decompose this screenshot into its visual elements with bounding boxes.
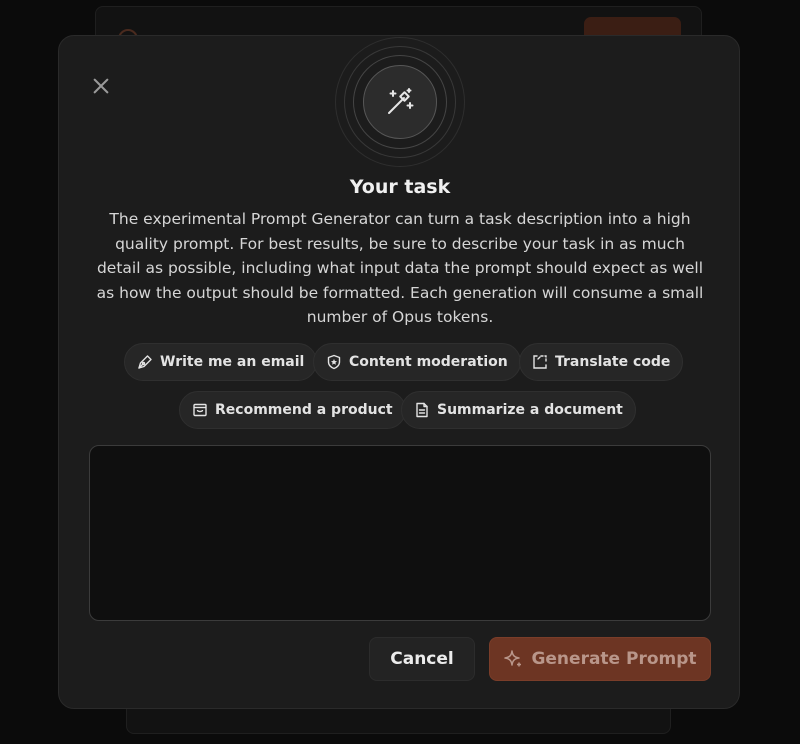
example-chip-recommend-product[interactable]: Recommend a product xyxy=(179,391,406,429)
magic-wand-icon xyxy=(363,65,437,139)
close-icon[interactable] xyxy=(89,74,113,98)
generate-prompt-button[interactable]: Generate Prompt xyxy=(489,637,711,681)
sparkle-icon xyxy=(504,650,522,667)
task-description-box xyxy=(89,445,711,621)
cancel-button[interactable]: Cancel xyxy=(369,637,475,681)
example-chip-label: Translate code xyxy=(555,354,671,370)
code-bracket-icon xyxy=(533,355,547,369)
shield-icon xyxy=(327,354,341,370)
task-description-input[interactable] xyxy=(90,446,710,620)
example-chip-label: Write me an email xyxy=(160,354,305,370)
wand-badge xyxy=(335,37,465,167)
example-chip-content-moderation[interactable]: Content moderation xyxy=(313,343,521,381)
example-chip-write-email[interactable]: Write me an email xyxy=(124,343,318,381)
modal-description: The experimental Prompt Generator can tu… xyxy=(96,210,704,326)
example-chip-label: Content moderation xyxy=(349,354,508,370)
example-chip-summarize-document[interactable]: Summarize a document xyxy=(401,391,636,429)
modal-title: Your task xyxy=(349,176,451,198)
cancel-button-label: Cancel xyxy=(390,649,454,669)
prompt-generator-modal: Your task The experimental Prompt Genera… xyxy=(58,35,740,709)
storefront-icon xyxy=(193,403,207,417)
pen-icon xyxy=(138,355,152,369)
document-icon xyxy=(416,402,428,418)
example-chip-translate-code[interactable]: Translate code xyxy=(519,343,684,381)
example-chip-label: Recommend a product xyxy=(215,402,393,418)
example-chip-label: Summarize a document xyxy=(437,402,623,418)
generate-prompt-label: Generate Prompt xyxy=(531,649,697,669)
